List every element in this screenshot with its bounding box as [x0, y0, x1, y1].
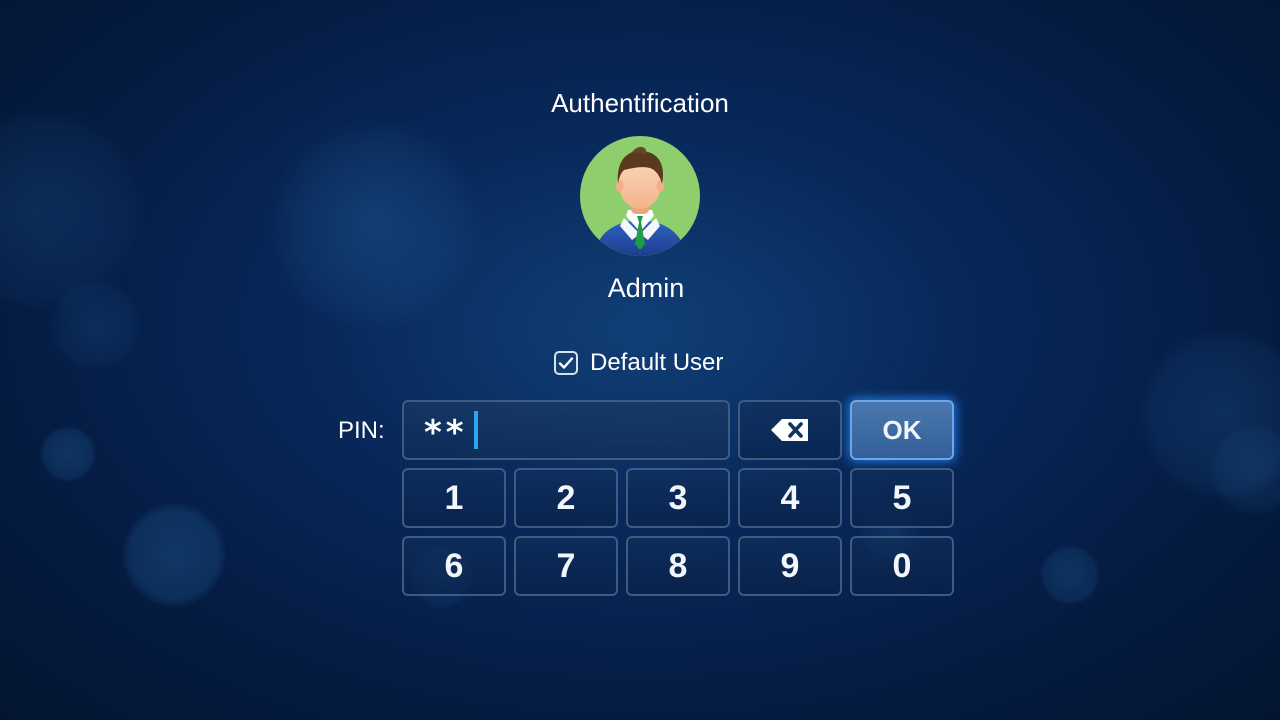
ok-button[interactable]: OK [850, 400, 954, 460]
background-bokeh [0, 110, 140, 310]
user-name: Admin [607, 273, 685, 303]
background-bokeh [1210, 425, 1280, 515]
keypad-key-8[interactable]: 8 [626, 536, 730, 596]
keypad-key-5[interactable]: 5 [850, 468, 954, 528]
keypad-key-6[interactable]: 6 [402, 536, 506, 596]
default-user-option[interactable]: Default User [554, 348, 723, 378]
background-bokeh [50, 280, 140, 370]
pin-input[interactable]: ** [402, 400, 730, 460]
default-user-label: Default User [590, 349, 724, 376]
keypad-key-2[interactable]: 2 [514, 468, 618, 528]
background-bokeh [270, 120, 480, 330]
background-bokeh [1140, 330, 1280, 500]
keypad-key-4[interactable]: 4 [738, 468, 842, 528]
user-avatar [580, 136, 700, 256]
backspace-button[interactable] [738, 400, 842, 460]
background-bokeh [122, 503, 226, 607]
keypad-key-1[interactable]: 1 [402, 468, 506, 528]
user-avatar-icon [580, 136, 700, 256]
default-user-checkbox[interactable] [554, 351, 578, 375]
keypad-key-7[interactable]: 7 [514, 536, 618, 596]
backspace-icon [771, 419, 808, 441]
background-bokeh [1040, 545, 1100, 605]
keypad-key-9[interactable]: 9 [738, 536, 842, 596]
text-caret [473, 411, 478, 449]
keypad-key-0[interactable]: 0 [850, 536, 954, 596]
page-title: Authentification [551, 88, 729, 118]
checkmark-icon [558, 357, 574, 369]
pin-label: PIN: [338, 417, 385, 444]
background-bokeh [40, 426, 96, 482]
pin-value: ** [424, 413, 468, 453]
keypad-key-3[interactable]: 3 [626, 468, 730, 528]
